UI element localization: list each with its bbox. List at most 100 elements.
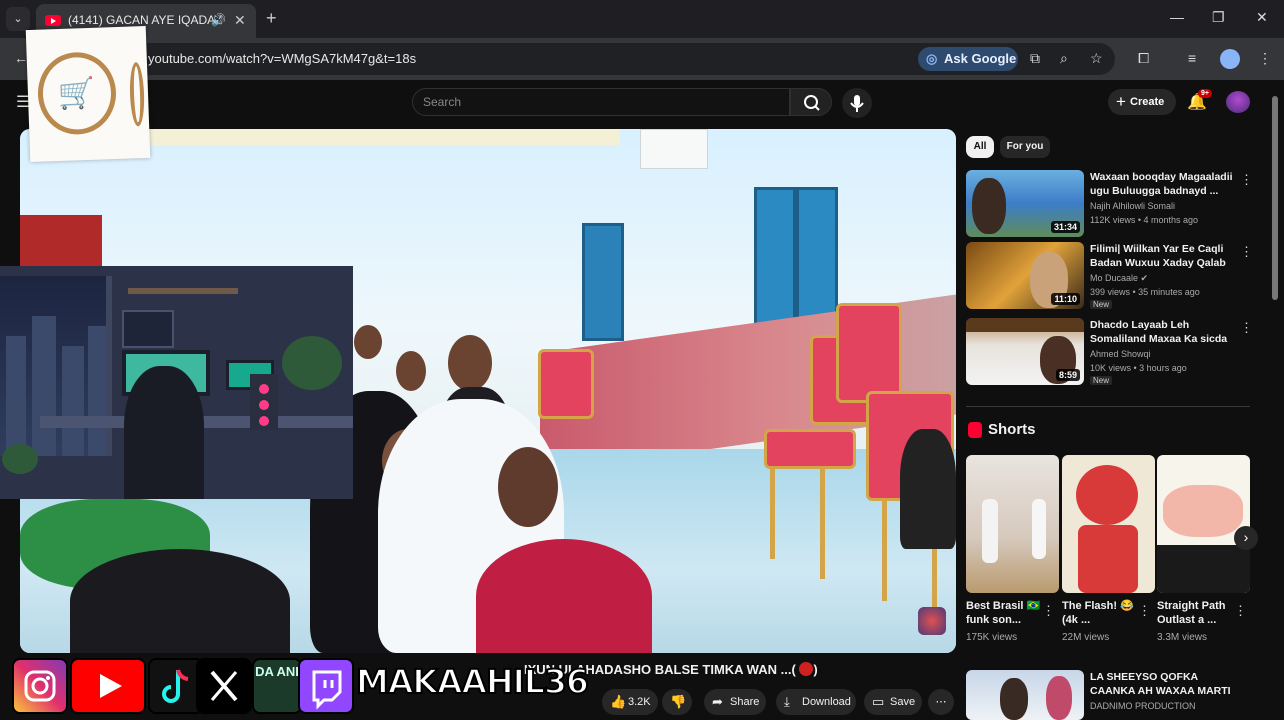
video-thumbnail[interactable]: 8:59 [966,318,1084,385]
pixel-building [88,326,106,456]
more-options-icon[interactable]: ⋮ [1240,172,1253,188]
short-title[interactable]: Straight Path Outlast a ... [1157,599,1237,627]
page-scrollbar[interactable] [1272,96,1278,300]
recommended-video[interactable]: 11:10 Filimi| Wiilkan Yar Ee Caqli Badan… [966,242,1253,312]
save-button[interactable]: ▭ Save [864,689,922,715]
minimize-icon[interactable]: — [1170,9,1184,25]
chip-for-you[interactable]: For you [1000,136,1050,158]
more-options-icon[interactable]: ⋮ [1138,603,1151,619]
address-bar[interactable]: youtube.com/watch?v=WMgSA7kM47g&t=18s As… [40,43,1115,75]
recommended-video[interactable]: 31:34 Waxaan booqday Magaaladii ugu Bulu… [966,170,1253,240]
video-frame-chair-leg [820,469,825,579]
thumb-dancer [982,499,998,563]
tab-close-icon[interactable]: ✕ [234,12,246,29]
play-glyph [100,674,122,698]
pixel-led [259,384,269,394]
new-tab-icon[interactable]: + [266,8,277,29]
media-icon[interactable]: ≡ [1188,50,1196,66]
pixel-board [122,310,174,348]
recommended-video[interactable]: 8:59 Dhacdo Layaab Leh Somaliland Maxaa … [966,318,1253,388]
shorts-next-button[interactable]: › [1234,526,1258,550]
chip-all[interactable]: All [966,136,994,158]
video-frame-chair [764,429,856,469]
new-badge: New [1090,300,1113,309]
account-avatar[interactable] [1226,91,1250,113]
menu-dots-icon[interactable]: ⋮ [1258,50,1272,67]
search-button[interactable] [790,88,832,116]
channel-name[interactable]: Mo Ducaale ✔ [1090,273,1148,284]
video-title[interactable]: Waxaan booqday Magaaladii ugu Buluugga b… [1090,170,1236,198]
video-thumbnail[interactable]: 31:34 [966,170,1084,237]
video-meta: 112K views • 4 months ago [1090,215,1199,225]
video-frame-chair-leg [770,469,775,559]
create-button[interactable]: Create [1108,89,1176,115]
channel-name[interactable]: Ahmed Showqi [1090,349,1151,359]
channel-name[interactable]: DADNIMO PRODUCTION [1090,701,1196,711]
recommended-video[interactable]: LA SHEEYSO QOFKA CAANKA AH WAXAA MARTI K… [966,670,1250,720]
more-options-icon[interactable]: ⋮ [1042,603,1055,619]
video-frame-foreground-dark [70,549,290,653]
video-meta: 10K views • 3 hours ago [1090,363,1187,373]
dislike-button[interactable]: 👎 [662,689,692,715]
like-button[interactable]: 👍 3.2K [602,689,658,715]
x-logo-icon [196,658,252,714]
video-title[interactable]: Filimi| Wiilkan Yar Ee Caqli Badan Wuxuu… [1090,242,1236,270]
video-thumbnail[interactable] [966,670,1084,720]
ask-google-button[interactable]: Ask Google [918,47,1018,71]
youtube-header: ☰ Search Create 🔔 9+ [0,80,1284,124]
shorts-icon [968,422,982,438]
save-label: Save [890,696,916,708]
pixel-led [259,400,269,410]
short-thumbnail[interactable] [966,455,1059,593]
pixel-shelf [128,288,238,294]
thumb-cartoon-head [1076,465,1138,525]
thumb-person [1000,678,1028,720]
more-options-icon[interactable]: ⋮ [1240,244,1253,260]
share-button[interactable]: ➦ Share [704,689,766,715]
window-close-icon[interactable]: ✕ [1256,9,1268,26]
tab-search-button[interactable]: ⌄ [6,7,30,31]
short-thumbnail[interactable] [1062,455,1155,593]
more-options-icon[interactable]: ⋮ [1240,320,1253,336]
more-options-icon[interactable]: ⋮ [1234,603,1247,619]
video-frame-person [448,335,492,391]
cast-icon[interactable]: ⧉ [1030,50,1040,67]
profile-avatar[interactable] [1220,49,1240,69]
thumb-banner [966,318,1084,332]
youtube-logo-icon [70,658,146,714]
restore-icon[interactable]: ❐ [1212,9,1225,26]
youtube-favicon-icon [45,15,61,26]
more-actions-button[interactable]: ⋯ [928,689,954,715]
instagram-icon [12,658,68,714]
video-thumbnail[interactable]: 11:10 [966,242,1084,309]
star-icon[interactable]: ☆ [1090,50,1103,67]
tiktok-glyph [162,669,189,703]
logo-ring-side [128,62,146,127]
channel-watermark[interactable] [918,607,946,635]
video-title[interactable]: Dhacdo Layaab Leh Somaliland Maxaa Ka si… [1090,318,1236,346]
microphone-icon [850,95,864,112]
voice-search-button[interactable] [842,88,872,118]
channel-brand-name: MAKAAHIL36 [355,661,590,702]
search-input[interactable]: Search [412,88,790,116]
short-thumbnail[interactable] [1157,455,1250,593]
zoom-icon[interactable]: ⌕ [1060,50,1068,67]
shopping-cart-icon: 🛒 [57,76,96,112]
twitch-glyph [312,670,342,710]
kick-icon: DA ANI [252,658,302,714]
short-title[interactable]: Best Brasil 🇧🇷 funk son... [966,599,1046,627]
extensions-icon[interactable]: ⧠ [1138,50,1149,67]
pixel-plant [282,336,342,390]
thumb-person [972,178,1006,234]
speaker-icon[interactable]: 🔊 [211,13,226,27]
browser-tab-strip: ⌄ (4141) GACAN AYE IQADAY 🔊 ✕ + — ❐ ✕ [0,0,1284,38]
pixel-led [259,416,269,426]
video-frame-chair [836,303,902,403]
download-button[interactable]: ⤓ Download [776,689,856,715]
bookmark-icon: ▭ [872,694,885,709]
short-views: 175K views [966,632,1018,643]
channel-name[interactable]: Najih Alhilowli Somali [1090,201,1175,211]
short-title[interactable]: The Flash! 😂 (4k ... [1062,599,1142,627]
video-title[interactable]: LA SHEEYSO QOFKA CAANKA AH WAXAA MARTI K… [1090,670,1236,698]
duration-badge: 31:34 [1050,221,1080,233]
